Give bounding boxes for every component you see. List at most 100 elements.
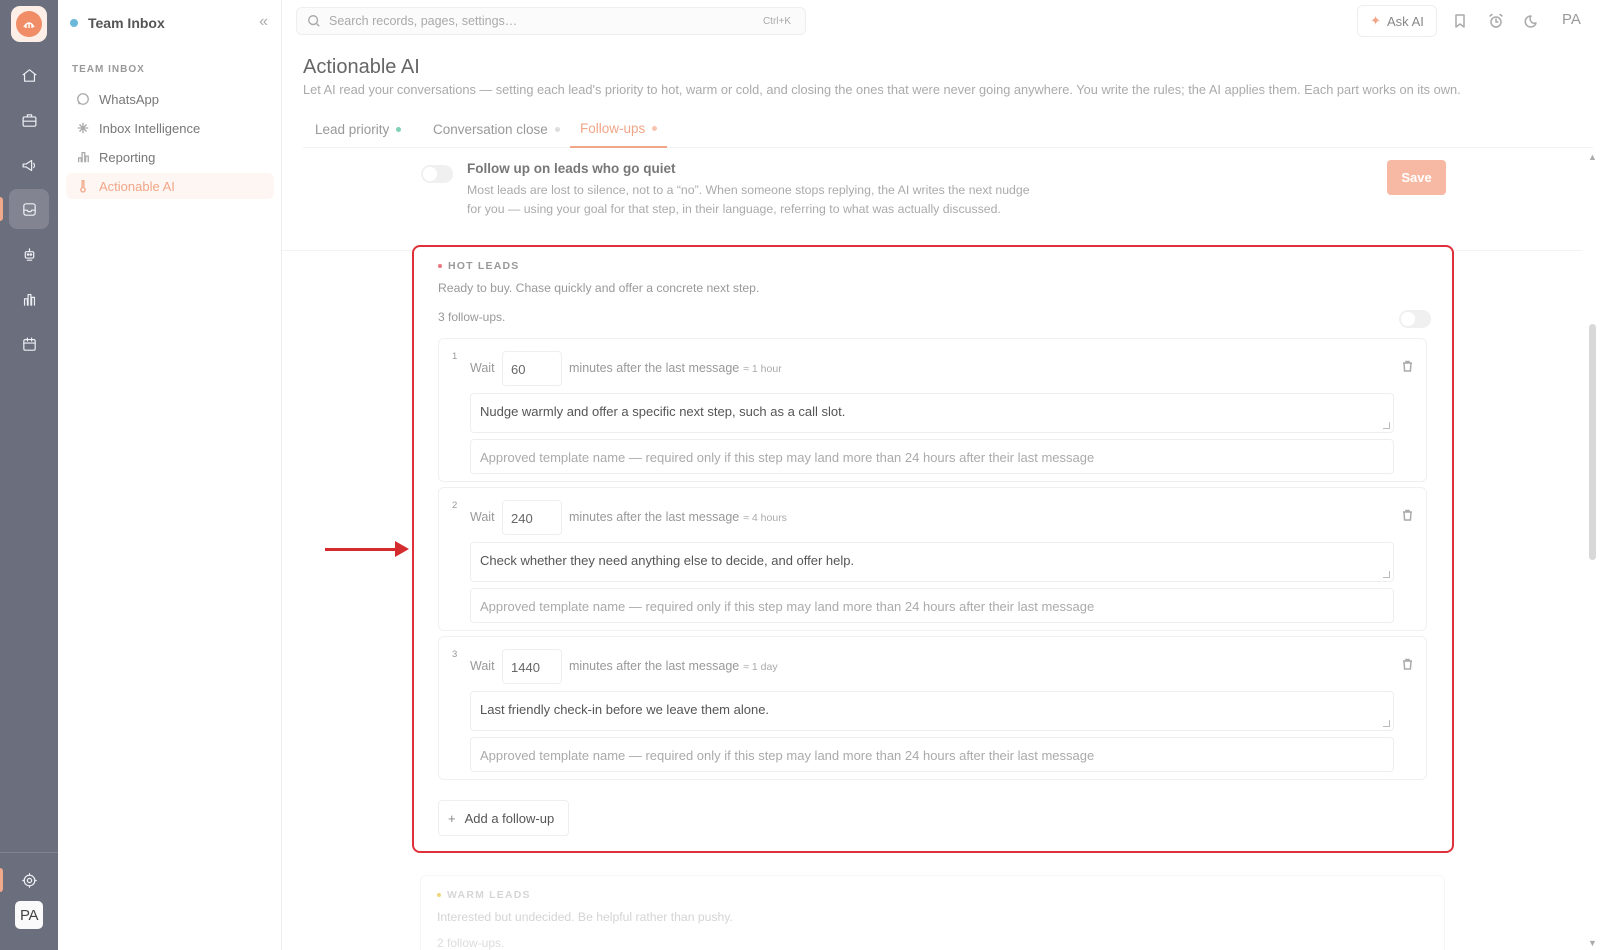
status-dot	[652, 125, 658, 131]
hot-dot	[438, 264, 442, 268]
hot-leads-toggle[interactable]	[1399, 310, 1431, 328]
scrollbar-thumb[interactable]	[1589, 324, 1596, 560]
sidebar-item-reporting[interactable]: Reporting	[66, 144, 274, 170]
sidebar-item-label: Reporting	[99, 149, 156, 165]
wait-label: Wait	[470, 361, 495, 375]
secondary-sidebar: Team Inbox « TEAM INBOX WhatsApp Inbox I…	[58, 0, 282, 950]
step-number: 3	[452, 649, 458, 660]
approx-duration: ≈ 4 hours	[743, 512, 787, 524]
search-input[interactable]: Search records, pages, settings… Ctrl+K	[296, 7, 806, 35]
user-avatar[interactable]: PA	[15, 901, 43, 929]
home-icon[interactable]	[9, 55, 49, 95]
dark-mode-moon-icon[interactable]	[1522, 11, 1542, 31]
collapse-sidebar-icon[interactable]: «	[259, 13, 268, 31]
megaphone-icon[interactable]	[9, 145, 49, 185]
page-title: Actionable AI	[303, 56, 420, 78]
top-bar: Search records, pages, settings… Ctrl+K …	[282, 0, 1600, 44]
sparkle-icon	[77, 122, 89, 134]
followup-count: 3 follow-ups.	[438, 310, 506, 324]
template-name-input[interactable]: Approved template name — required only i…	[470, 439, 1394, 474]
followup-message-textarea[interactable]: Last friendly check-in before we leave t…	[470, 691, 1394, 731]
settings-icon[interactable]	[9, 860, 49, 900]
annotation-arrow-head	[395, 541, 409, 557]
hot-leads-title: HOT LEADS	[448, 260, 520, 272]
search-shortcut: Ctrl+K	[762, 15, 791, 27]
followup-setting-title: Follow up on leads who go quiet	[467, 161, 676, 176]
inbox-icon[interactable]	[9, 189, 49, 229]
add-follow-up-label: Add a follow-up	[464, 810, 555, 826]
workspace-title: Team Inbox	[88, 15, 165, 31]
scroll-down-icon[interactable]: ▼	[1588, 938, 1597, 948]
user-avatar-top[interactable]: PA	[1562, 11, 1581, 28]
after-text: minutes after the last message	[569, 659, 740, 673]
step-number: 2	[452, 500, 458, 511]
tab-label: Lead priority	[315, 121, 390, 137]
warm-leads-title: WARM LEADS	[447, 889, 531, 901]
wait-label: Wait	[470, 659, 495, 673]
sidebar-item-label: WhatsApp	[99, 91, 159, 107]
save-button[interactable]: Save	[1387, 160, 1446, 195]
logo-icon	[16, 11, 42, 37]
followup-message-textarea[interactable]: Nudge warmly and offer a specific next s…	[470, 393, 1394, 433]
followup-step: 3 Wait 1440 minutes after the last messa…	[438, 636, 1427, 780]
active-marker	[0, 197, 3, 221]
calendar-icon[interactable]	[9, 324, 49, 364]
after-text: minutes after the last message	[569, 510, 740, 524]
sidebar-item-whatsapp[interactable]: WhatsApp	[66, 86, 274, 112]
tab-conversation-close[interactable]: Conversation close	[433, 110, 560, 148]
hot-leads-subtitle: Ready to buy. Chase quickly and offer a …	[438, 281, 760, 295]
search-placeholder: Search records, pages, settings…	[329, 14, 518, 28]
sidebar-item-inbox-intelligence[interactable]: Inbox Intelligence	[66, 115, 274, 141]
wait-minutes-input[interactable]: 240	[502, 500, 562, 535]
plus-icon: +	[448, 810, 456, 826]
search-icon	[308, 15, 320, 27]
followup-step: 2 Wait 240 minutes after the last messag…	[438, 487, 1427, 631]
after-text: minutes after the last message	[569, 361, 740, 375]
bar-chart-icon	[77, 151, 89, 163]
tab-follow-ups[interactable]: Follow-ups	[570, 110, 668, 148]
ask-ai-label: Ask AI	[1387, 13, 1424, 29]
warm-dot	[437, 893, 441, 897]
warm-leads-heading: WARM LEADS	[437, 889, 531, 901]
status-dot	[396, 126, 402, 132]
alarm-clock-icon[interactable]	[1486, 11, 1506, 31]
status-dot	[554, 126, 560, 132]
page-description: Let AI read your conversations — setting…	[303, 82, 1461, 97]
followup-setting-description: Most leads are lost to silence, not to a…	[467, 183, 1030, 216]
app-logo[interactable]	[11, 6, 47, 42]
bookmark-icon[interactable]	[1450, 11, 1470, 31]
ask-ai-button[interactable]: ✦ Ask AI	[1357, 5, 1437, 37]
wait-minutes-input[interactable]: 1440	[502, 649, 562, 684]
template-name-input[interactable]: Approved template name — required only i…	[470, 588, 1394, 623]
trash-icon[interactable]	[1400, 508, 1414, 522]
rail-divider	[0, 852, 58, 853]
template-name-input[interactable]: Approved template name — required only i…	[470, 737, 1394, 772]
tab-label: Conversation close	[433, 121, 548, 137]
workspace-header: Team Inbox «	[70, 12, 270, 34]
briefcase-icon[interactable]	[9, 100, 49, 140]
scroll-up-icon[interactable]: ▲	[1588, 152, 1597, 162]
whatsapp-icon	[77, 93, 89, 105]
warm-followup-count: 2 follow-ups.	[437, 936, 505, 950]
tab-lead-priority[interactable]: Lead priority	[315, 110, 402, 148]
step-number: 1	[452, 351, 458, 362]
app-rail: PA	[0, 0, 58, 950]
hot-leads-heading: HOT LEADS	[438, 260, 519, 272]
trash-icon[interactable]	[1400, 657, 1414, 671]
sidebar-item-actionable-ai[interactable]: Actionable AI	[66, 173, 274, 199]
wait-minutes-input[interactable]: 60	[502, 351, 562, 386]
annotation-arrow-shaft	[325, 548, 395, 551]
warm-leads-subtitle: Interested but undecided. Be helpful rat…	[437, 910, 733, 924]
workspace-dot	[70, 19, 78, 27]
followup-enable-toggle[interactable]	[421, 165, 453, 183]
followup-message-textarea[interactable]: Check whether they need anything else to…	[470, 542, 1394, 582]
sidebar-item-label: Actionable AI	[99, 178, 175, 194]
trash-icon[interactable]	[1400, 359, 1414, 373]
add-follow-up-button[interactable]: + Add a follow-up	[438, 800, 569, 836]
chart-icon[interactable]	[9, 279, 49, 319]
settings-marker	[0, 868, 3, 892]
robot-icon[interactable]	[9, 234, 49, 274]
sidebar-item-label: Inbox Intelligence	[99, 120, 201, 136]
after-last-message-label: minutes after the last message ≈ 1 day	[569, 659, 778, 673]
sparkle-icon: ✦	[1370, 13, 1382, 28]
